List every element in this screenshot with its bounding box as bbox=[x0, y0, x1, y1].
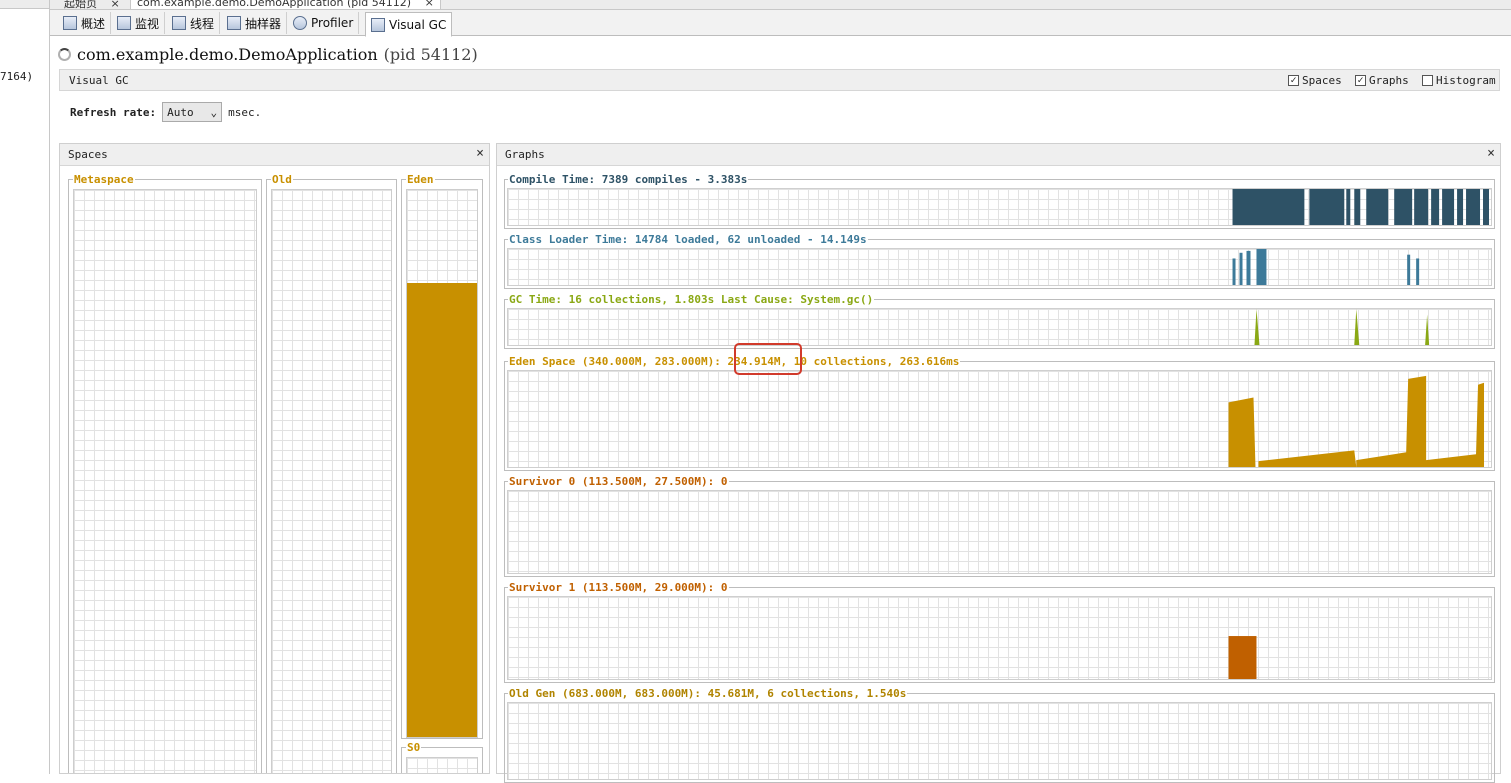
tab-label: Visual GC bbox=[389, 17, 447, 32]
space-label: Metaspace bbox=[73, 173, 135, 186]
graph-plot bbox=[507, 370, 1492, 468]
tab-threads[interactable]: 线程 bbox=[167, 12, 221, 34]
graph-title-prefix: Eden Space (340.000M, 283.000M): bbox=[509, 355, 728, 368]
tool-tab-bar: 概述 监视 线程 抽样器 Profiler Visual GC bbox=[50, 10, 1511, 37]
app-title-row: com.example.demo.DemoApplication (pid 54… bbox=[58, 42, 478, 66]
survivor-1-graph: Survivor 1 (113.500M, 29.000M): 0 bbox=[504, 581, 1495, 683]
graph-title-suffix: 10 collections, 263.616ms bbox=[787, 355, 960, 368]
compile-time-plot bbox=[1232, 189, 1490, 225]
checkbox-unchecked-icon bbox=[1422, 75, 1433, 86]
tab-overview[interactable]: 概述 bbox=[58, 12, 112, 34]
app-title: com.example.demo.DemoApplication bbox=[77, 44, 378, 64]
eden-column: Eden bbox=[401, 173, 483, 739]
doc-tab-label: com.example.demo.DemoApplication (pid 54… bbox=[137, 0, 412, 9]
close-icon[interactable]: × bbox=[1487, 146, 1495, 161]
close-icon[interactable]: × bbox=[425, 0, 434, 9]
sampler-icon bbox=[227, 16, 241, 30]
checkbox-label: Graphs bbox=[1369, 74, 1409, 87]
metaspace-area bbox=[73, 189, 257, 773]
refresh-rate-select[interactable]: Auto ⌄ bbox=[162, 102, 223, 122]
info-icon bbox=[63, 16, 77, 30]
graph-title: Survivor 0 (113.500M, 27.500M): 0 bbox=[508, 475, 729, 488]
spaces-checkbox[interactable]: ✓ Spaces bbox=[1288, 74, 1342, 87]
doc-tab-start-page[interactable]: 起始页 × bbox=[58, 0, 126, 9]
eden-fill-bar bbox=[407, 283, 477, 737]
graph-plot bbox=[507, 188, 1492, 226]
refresh-rate-value: Auto bbox=[167, 105, 194, 119]
graphs-panel-title: Graphs bbox=[505, 148, 545, 161]
survivor-0-graph: Survivor 0 (113.500M, 27.500M): 0 bbox=[504, 475, 1495, 577]
eden-space-graph: Eden Space (340.000M, 283.000M): 234.914… bbox=[504, 355, 1495, 471]
spaces-panel-title: Spaces bbox=[68, 148, 108, 161]
graph-plot bbox=[507, 308, 1492, 346]
chevron-down-icon: ⌄ bbox=[210, 105, 218, 119]
tab-monitor[interactable]: 监视 bbox=[112, 12, 166, 34]
graph-title: Compile Time: 7389 compiles - 3.383s bbox=[508, 173, 749, 186]
graph-plot bbox=[507, 702, 1492, 780]
graph-title: Old Gen (683.000M, 683.000M): 45.681M, 6… bbox=[508, 687, 908, 700]
gc-time-plot bbox=[1254, 309, 1430, 345]
visual-gc-header: Visual GC ✓ Spaces ✓ Graphs Histogram bbox=[59, 69, 1500, 91]
threads-icon bbox=[172, 16, 186, 30]
histogram-checkbox[interactable]: Histogram bbox=[1422, 74, 1496, 87]
tab-label: 概述 bbox=[81, 16, 106, 31]
graphs-panel-header: Graphs × bbox=[497, 144, 1500, 166]
loading-spinner-icon bbox=[58, 47, 71, 61]
tab-label: 监视 bbox=[135, 16, 160, 31]
refresh-rate-unit: msec. bbox=[228, 105, 262, 119]
left-strip-text: 7164) bbox=[0, 70, 34, 83]
close-icon[interactable]: × bbox=[476, 146, 484, 161]
checkbox-checked-icon: ✓ bbox=[1288, 75, 1299, 86]
visual-gc-label: Visual GC bbox=[69, 74, 129, 87]
eden-space-plot bbox=[1228, 375, 1485, 467]
survivor-1-plot bbox=[1228, 636, 1257, 679]
left-strip-tab[interactable] bbox=[0, 0, 49, 9]
graph-title: Class Loader Time: 14784 loaded, 62 unlo… bbox=[508, 233, 868, 246]
metaspace-column: Metaspace bbox=[68, 173, 262, 773]
class-loader-graph: Class Loader Time: 14784 loaded, 62 unlo… bbox=[504, 233, 1495, 289]
old-gen-graph: Old Gen (683.000M, 683.000M): 45.681M, 6… bbox=[504, 687, 1495, 783]
visualgc-icon bbox=[371, 17, 385, 32]
highlight-annotation bbox=[734, 343, 802, 375]
checkbox-label: Spaces bbox=[1302, 74, 1342, 87]
tab-label: 抽样器 bbox=[245, 16, 282, 31]
graph-title: Survivor 1 (113.500M, 29.000M): 0 bbox=[508, 581, 729, 594]
graph-plot bbox=[507, 596, 1492, 680]
refresh-rate-row: Refresh rate: Auto ⌄ msec. bbox=[70, 101, 261, 123]
old-area bbox=[271, 189, 392, 773]
graph-title: GC Time: 16 collections, 1.803s Last Cau… bbox=[508, 293, 875, 306]
s0-area bbox=[406, 757, 478, 773]
graph-plot bbox=[507, 490, 1492, 574]
tab-profiler[interactable]: Profiler bbox=[288, 12, 360, 34]
space-label: S0 bbox=[406, 741, 422, 754]
checkbox-checked-icon: ✓ bbox=[1355, 75, 1366, 86]
gc-time-graph: GC Time: 16 collections, 1.803s Last Cau… bbox=[504, 293, 1495, 349]
s0-column: S0 bbox=[401, 741, 483, 773]
space-label: Eden bbox=[406, 173, 435, 186]
monitor-icon bbox=[117, 16, 131, 30]
tab-label: Profiler bbox=[311, 16, 354, 30]
spaces-panel-header: Spaces × bbox=[60, 144, 489, 166]
compile-time-graph: Compile Time: 7389 compiles - 3.383s bbox=[504, 173, 1495, 229]
eden-area bbox=[406, 189, 478, 738]
old-column: Old bbox=[266, 173, 397, 773]
tab-sampler[interactable]: 抽样器 bbox=[222, 12, 288, 34]
checkbox-label: Histogram bbox=[1436, 74, 1496, 87]
profiler-icon bbox=[293, 16, 307, 30]
app-pid: (pid 54112) bbox=[383, 44, 478, 64]
tab-visual-gc[interactable]: Visual GC bbox=[365, 12, 453, 37]
spaces-panel: Spaces × Metaspace Old Eden S0 bbox=[59, 143, 490, 774]
graphs-checkbox[interactable]: ✓ Graphs bbox=[1355, 74, 1409, 87]
document-tab-bar: 起始页 × com.example.demo.DemoApplication (… bbox=[50, 0, 1511, 10]
refresh-rate-label: Refresh rate: bbox=[70, 105, 157, 119]
close-icon[interactable]: × bbox=[111, 0, 120, 9]
tab-label: 线程 bbox=[190, 16, 215, 31]
graph-plot bbox=[507, 248, 1492, 286]
doc-tab-application[interactable]: com.example.demo.DemoApplication (pid 54… bbox=[130, 0, 441, 9]
left-explorer-strip: 7164) bbox=[0, 0, 50, 774]
doc-tab-label: 起始页 bbox=[64, 0, 97, 10]
space-label: Old bbox=[271, 173, 293, 186]
class-loader-plot bbox=[1232, 249, 1420, 285]
